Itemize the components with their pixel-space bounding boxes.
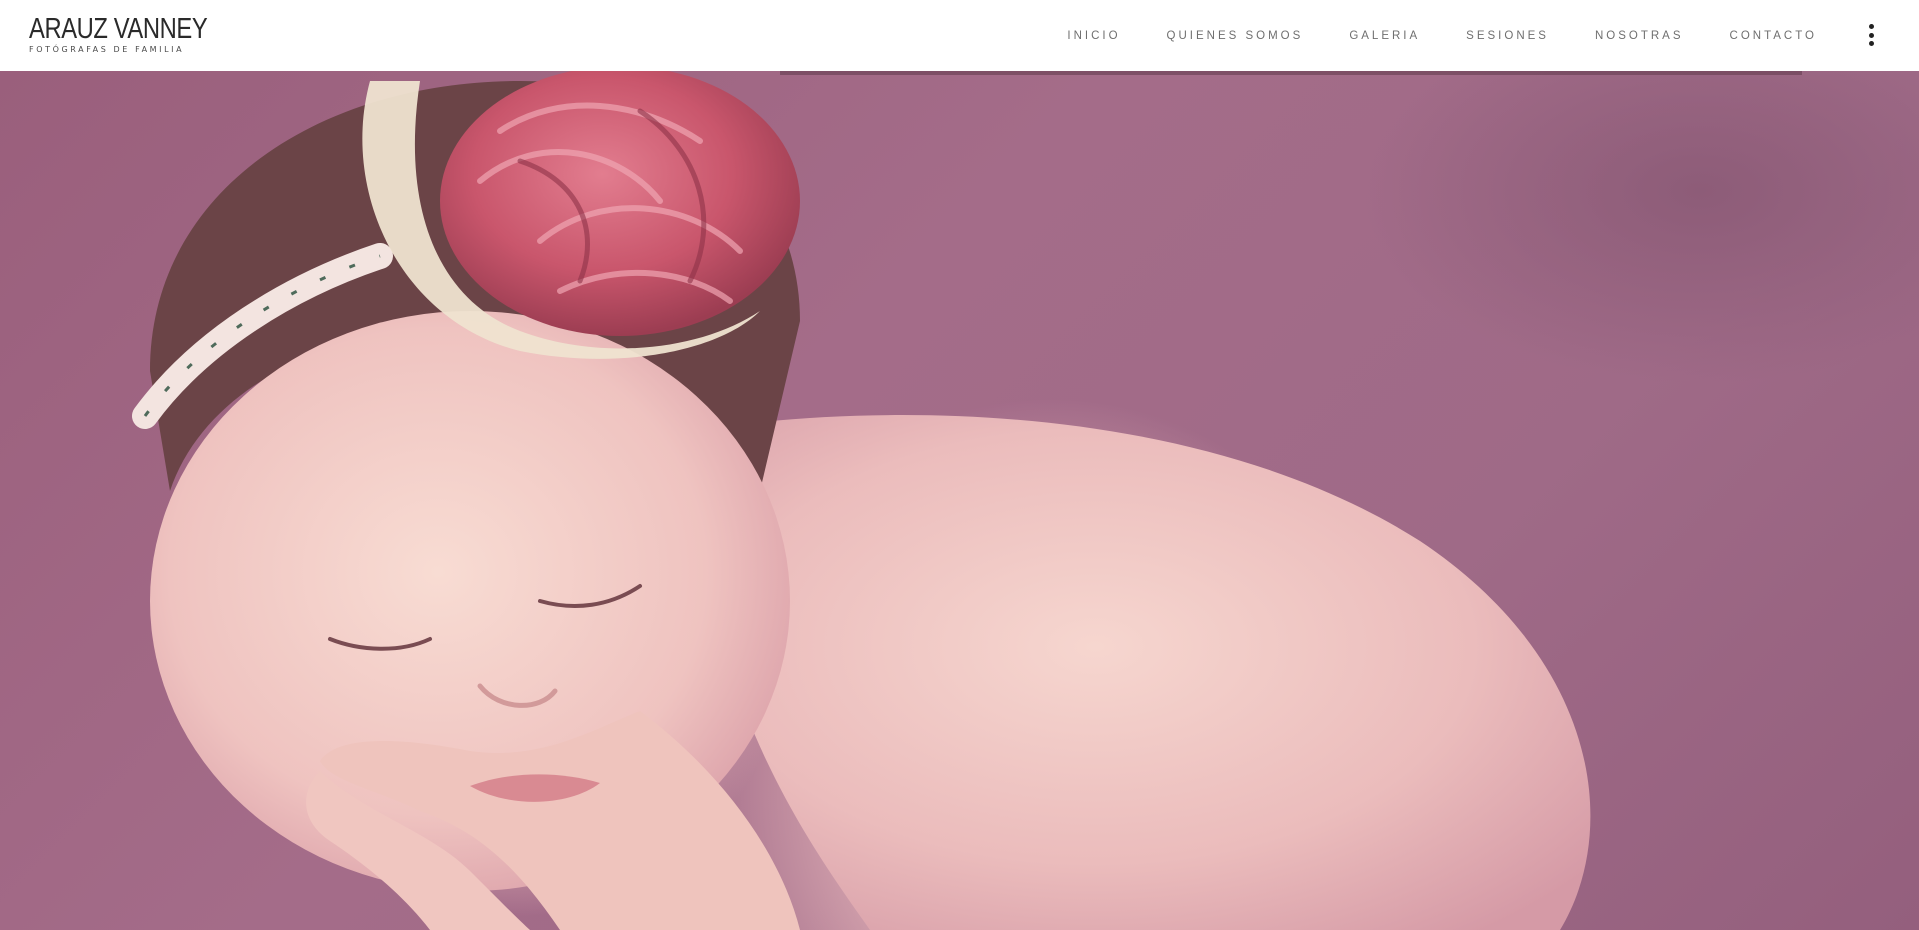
- site-logo[interactable]: ARAUZ VANNEY FOTÓGRAFAS DE FAMILIA: [29, 14, 246, 54]
- baby-body: [690, 415, 1591, 930]
- hero-image: [0, 71, 1919, 930]
- vertical-dots-icon[interactable]: [1866, 24, 1876, 46]
- logo-title: ARAUZ VANNEY: [29, 13, 208, 45]
- site-header: ARAUZ VANNEY FOTÓGRAFAS DE FAMILIA INICI…: [0, 0, 1919, 71]
- nav-item-galeria[interactable]: GALERIA: [1349, 30, 1420, 42]
- nav-item-quienes-somos[interactable]: QUIENES SOMOS: [1167, 30, 1304, 42]
- newborn-photo: [132, 71, 1591, 930]
- nav-item-nosotras[interactable]: NOSOTRAS: [1595, 30, 1684, 42]
- logo-subtitle: FOTÓGRAFAS DE FAMILIA: [29, 45, 185, 54]
- nav-item-inicio[interactable]: INICIO: [1067, 30, 1120, 42]
- main-nav: INICIO QUIENES SOMOS GALERIA SESIONES NO…: [1067, 0, 1817, 71]
- nav-item-sesiones[interactable]: SESIONES: [1466, 30, 1549, 42]
- nav-item-contacto[interactable]: CONTACTO: [1730, 30, 1817, 42]
